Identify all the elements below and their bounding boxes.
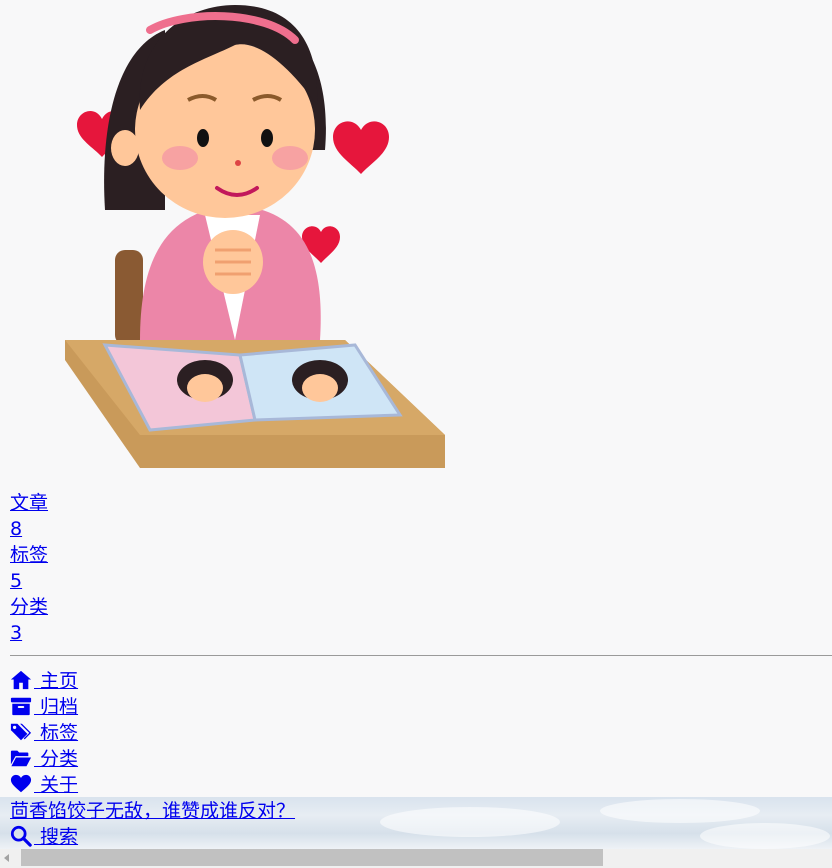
- divider: [10, 655, 832, 656]
- site-stats: 文章 8 标签 5 分类 3: [10, 490, 48, 646]
- site-slogan-link[interactable]: 茴香馅饺子无敌，谁赞成谁反对？: [10, 798, 295, 824]
- stat-articles-count[interactable]: 8: [10, 516, 22, 542]
- menu-item-label: 关于: [34, 774, 79, 796]
- search-icon: [10, 825, 34, 847]
- archive-icon: [10, 695, 34, 717]
- menu-item-label: 分类: [34, 748, 79, 770]
- scroll-left-icon[interactable]: [4, 854, 9, 862]
- menu-item-tags[interactable]: 标签: [10, 720, 78, 746]
- folder-open-icon: [10, 747, 34, 769]
- nav-menu: 主页 归档 标签 分类 关于: [10, 668, 78, 798]
- stat-tags-label[interactable]: 标签: [10, 542, 48, 568]
- menu-item-home[interactable]: 主页: [10, 668, 78, 694]
- stat-tags-count[interactable]: 5: [10, 568, 22, 594]
- menu-item-categories[interactable]: 分类: [10, 746, 78, 772]
- heart-icon: [10, 773, 34, 795]
- menu-item-archives[interactable]: 归档: [10, 694, 78, 720]
- home-icon: [10, 669, 34, 691]
- stat-categories-label[interactable]: 分类: [10, 594, 48, 620]
- search-link[interactable]: 搜索: [10, 824, 78, 850]
- tags-icon: [10, 721, 34, 743]
- menu-item-about[interactable]: 关于: [10, 772, 78, 798]
- scrollbar-thumb[interactable]: [21, 849, 603, 866]
- stat-articles-label[interactable]: 文章: [10, 490, 48, 516]
- search-label: 搜索: [34, 826, 79, 848]
- menu-item-label: 标签: [34, 722, 79, 744]
- menu-item-label: 归档: [34, 696, 79, 718]
- menu-item-label: 主页: [34, 670, 79, 692]
- stat-categories-count[interactable]: 3: [10, 620, 22, 646]
- avatar: [55, 0, 450, 470]
- horizontal-scrollbar[interactable]: [0, 849, 832, 868]
